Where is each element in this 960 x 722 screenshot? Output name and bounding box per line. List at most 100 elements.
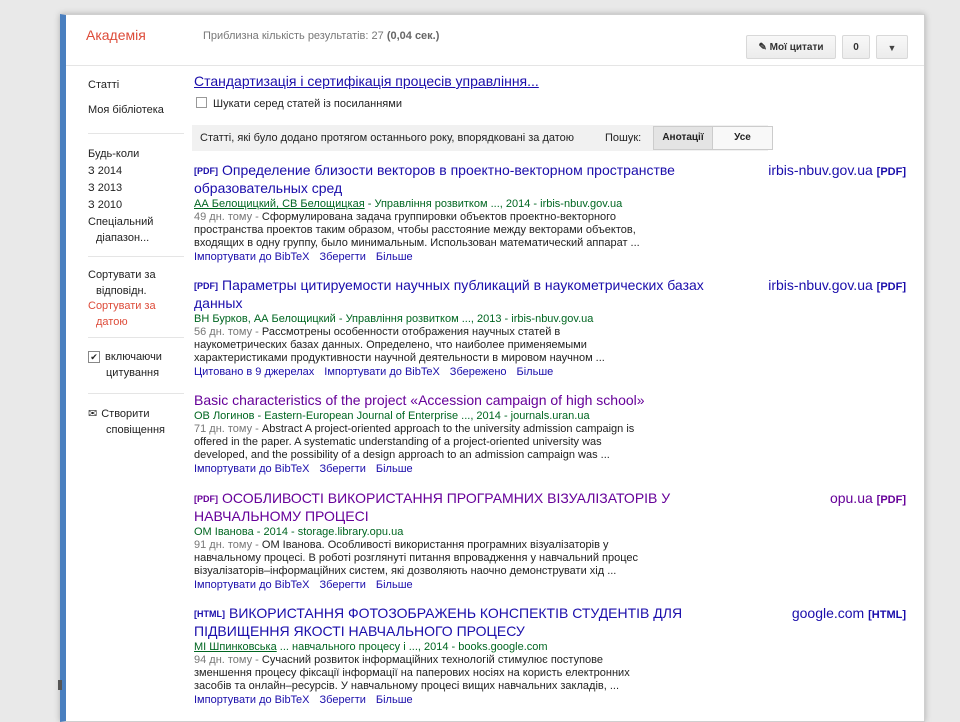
result-actions: Імпортувати до BibTeX Зберегти Більше — [194, 693, 906, 707]
header-divider — [66, 65, 924, 66]
more-link[interactable]: Більше — [376, 694, 413, 706]
result-venue: - Управління розвитком ..., 2013 - irbis… — [338, 313, 594, 325]
result-type-tag: [PDF] — [194, 281, 218, 291]
sidebar-item-any-time[interactable]: Будь-коли — [88, 146, 139, 162]
annotations-toggle[interactable]: Анотації — [653, 126, 713, 150]
cited-by-link[interactable]: Цитовано в 9 джерелах — [194, 366, 314, 378]
result-snippet-text: Сучасний розвиток інформаційних технолог… — [194, 654, 630, 692]
sort-date-line2: датою — [96, 316, 128, 328]
create-alert-line1: Створити — [101, 408, 150, 420]
import-bibtex-link[interactable]: Імпортувати до BibTeX — [194, 579, 310, 591]
result-title-text: ОСОБЛИВОСТІ ВИКОРИСТАННЯ ПРОГРАМНИХ ВІЗУ… — [194, 490, 671, 524]
save-link[interactable]: Зберегти — [320, 463, 366, 475]
sidebar-item-create-alert[interactable]: ✉ Створити сповіщення — [88, 406, 165, 438]
result-snippet: 94 дн. тому - Сучасний розвиток інформац… — [194, 654, 654, 693]
filter-description: Статті, які було додано протягом останнь… — [200, 132, 575, 144]
save-link[interactable]: Зберегти — [320, 694, 366, 706]
results-time: (0,04 сек.) — [386, 30, 440, 42]
my-citations-button[interactable]: ✎ Мої цитати — [746, 35, 836, 59]
more-link[interactable]: Більше — [376, 579, 413, 591]
search-citing-checkbox[interactable] — [196, 97, 207, 108]
result-authors[interactable]: АА Белощицкий, СВ Белощицкая — [194, 198, 365, 210]
sidebar-item-sort-date[interactable]: Сортувати за датою — [88, 298, 156, 330]
sidebar-divider — [88, 337, 184, 338]
result-authors-line: ВН Бурков, АА Белощицкий - Управління ро… — [194, 312, 906, 326]
result-authors-line: ОМ Іванова - 2014 - storage.library.opu.… — [194, 525, 906, 539]
create-alert-line2: сповіщення — [106, 424, 166, 436]
results-count: Приблизна кількість результатів: 27 (0,0… — [203, 30, 439, 42]
result-item: [HTML] ВИКОРИСТАННЯ ФОТОЗОБРАЖЕНЬ КОНСПЕК… — [194, 605, 906, 707]
import-bibtex-link[interactable]: Імпортувати до BibTeX — [324, 366, 440, 378]
sidebar-item-since-2010[interactable]: З 2010 — [88, 197, 122, 213]
import-bibtex-link[interactable]: Імпортувати до BibTeX — [194, 694, 310, 706]
results-count-text: Приблизна кількість результатів: 27 — [203, 30, 384, 42]
result-title-text: Параметры цитируемости научных публикаци… — [194, 277, 704, 311]
result-age: 71 дн. тому - — [194, 423, 259, 435]
sidebar-item-my-library[interactable]: Моя бібліотека — [88, 102, 164, 118]
window-edge-marker — [58, 680, 62, 690]
envelope-icon: ✉ — [88, 408, 98, 420]
search-citing-row[interactable]: Шукати серед статей із посиланнями — [196, 97, 402, 110]
result-authors[interactable]: ВН Бурков, АА Белощицкий — [194, 313, 336, 325]
custom-range-line2: діапазон... — [96, 232, 150, 244]
result-authors[interactable]: ОВ Логинов — [194, 410, 254, 422]
sort-relevance-line2: відповідн. — [96, 285, 147, 297]
query-title-link[interactable]: Стандартизація і сертифікація процесів у… — [194, 73, 539, 89]
result-title[interactable]: [PDF] ОСОБЛИВОСТІ ВИКОРИСТАННЯ ПРОГРАМНИХ… — [194, 490, 754, 525]
notifications-count: 0 — [853, 42, 859, 53]
result-source-link[interactable]: irbis-nbuv.gov.ua [PDF] — [768, 162, 906, 178]
result-snippet: 49 дн. тому - Сформулирована задача груп… — [194, 211, 654, 250]
sidebar-item-since-2014[interactable]: З 2014 — [88, 163, 122, 179]
result-age: 91 дн. тому - — [194, 539, 259, 551]
scholar-logo[interactable]: Академія — [86, 27, 146, 43]
save-link[interactable]: Зберегти — [320, 579, 366, 591]
result-title-text: Basic characteristics of the project «Ac… — [194, 392, 645, 408]
more-link[interactable]: Більше — [376, 251, 413, 263]
result-title[interactable]: Basic characteristics of the project «Ac… — [194, 392, 754, 409]
save-link[interactable]: Зберегти — [320, 251, 366, 263]
search-mode-label: Пошук: — [605, 132, 642, 144]
sidebar-item-articles[interactable]: Статті — [88, 77, 119, 93]
notifications-button[interactable]: 0 — [842, 35, 870, 59]
result-source-link[interactable]: irbis-nbuv.gov.ua [PDF] — [768, 277, 906, 293]
checkmark-icon[interactable]: ✔ — [88, 351, 100, 363]
result-source-tag: [PDF] — [876, 166, 906, 178]
sidebar-item-include-citations[interactable]: ✔ включаючи цитування — [88, 349, 162, 381]
result-title[interactable]: [PDF] Определение близости векторов в про… — [194, 162, 754, 197]
result-authors-line: ОВ Логинов - Eastern-European Journal of… — [194, 409, 906, 423]
sidebar-item-since-2013[interactable]: З 2013 — [88, 180, 122, 196]
result-snippet: 56 дн. тому - Рассмотрены особенности от… — [194, 326, 654, 365]
import-bibtex-link[interactable]: Імпортувати до BibTeX — [194, 463, 310, 475]
result-source-link[interactable]: opu.ua [PDF] — [830, 490, 906, 506]
result-authors[interactable]: МІ Шпинковська — [194, 641, 277, 653]
more-link[interactable]: Більше — [517, 366, 554, 378]
result-type-tag: [PDF] — [194, 166, 218, 176]
result-source-domain: opu.ua — [829, 490, 873, 506]
result-snippet: 91 дн. тому - ОМ Іванова. Особливості ви… — [194, 539, 654, 578]
import-bibtex-link[interactable]: Імпортувати до BibTeX — [194, 251, 310, 263]
result-source-link[interactable]: google.com [HTML] — [792, 605, 906, 621]
custom-range-line1: Спеціальний — [88, 216, 154, 228]
result-age: 56 дн. тому - — [194, 326, 259, 338]
result-title[interactable]: [HTML] ВИКОРИСТАННЯ ФОТОЗОБРАЖЕНЬ КОНСПЕК… — [194, 605, 754, 640]
sort-date-line1: Сортувати за — [88, 300, 156, 312]
pencil-icon: ✎ — [758, 42, 767, 53]
result-type-tag: [PDF] — [194, 494, 218, 504]
filter-bar: Статті, які було додано протягом останнь… — [192, 125, 773, 151]
include-citations-line1: включаючи — [105, 351, 162, 363]
settings-menu-button[interactable]: ▼ — [876, 35, 908, 59]
result-title[interactable]: [PDF] Параметры цитируемости научных публ… — [194, 277, 754, 312]
result-source-domain: google.com — [791, 605, 865, 621]
chevron-down-icon: ▼ — [887, 43, 897, 53]
result-authors[interactable]: ОМ Іванова — [194, 526, 254, 538]
sidebar-item-custom-range[interactable]: Спеціальний діапазон... — [88, 214, 153, 246]
more-link[interactable]: Більше — [376, 463, 413, 475]
sidebar-divider — [88, 256, 184, 257]
saved-link[interactable]: Збережено — [450, 366, 507, 378]
result-snippet-text: Abstract A project-oriented approach to … — [194, 423, 635, 461]
sidebar-item-sort-relevance[interactable]: Сортувати за відповідн. — [88, 267, 156, 299]
result-venue: ... навчального процесу і ..., 2014 - bo… — [279, 641, 548, 653]
all-toggle[interactable]: Усе — [713, 126, 773, 150]
result-age: 49 дн. тому - — [194, 211, 259, 223]
result-actions: Імпортувати до BibTeX Зберегти Більше — [194, 462, 906, 476]
